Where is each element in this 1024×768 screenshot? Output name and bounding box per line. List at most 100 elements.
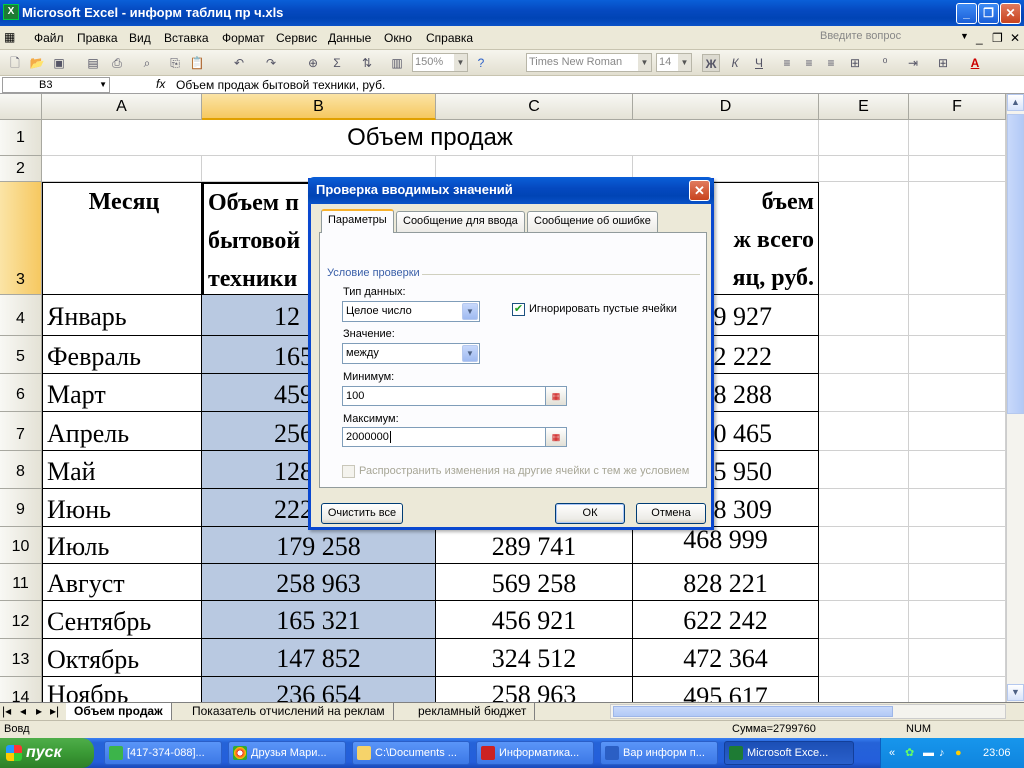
value-d-cell[interactable]: 468 999 [633,527,819,564]
name-box[interactable]: B3 ▼ [2,77,110,93]
doc-icon[interactable]: ▦ [4,30,15,44]
col-header-d[interactable]: D [633,94,819,120]
dialog-close-button[interactable]: ✕ [689,180,710,201]
vertical-scrollbar[interactable]: ▲ ▼ [1006,94,1024,702]
col-header-b[interactable]: B [202,94,436,120]
month-cell[interactable]: Сентябрь [42,601,202,639]
col-header-c[interactable]: C [436,94,633,120]
sheet-tab-ads-ratio[interactable]: Показатель отчислений на реклам [184,703,394,720]
help-search-input[interactable]: Введите вопрос [820,30,970,46]
cell-e13[interactable] [819,639,909,677]
cell-e3[interactable] [819,182,909,295]
scroll-thumb[interactable] [1007,114,1024,414]
save-icon[interactable]: ▣ [50,54,68,72]
new-icon[interactable]: 🗋 [6,54,24,72]
tab-nav-next-icon[interactable]: ▸ [34,703,44,720]
menu-view[interactable]: Вид [129,31,151,45]
cell-e6[interactable] [819,374,909,412]
row-header-13[interactable]: 13 [0,639,42,677]
cell-e11[interactable] [819,564,909,601]
row-header-12[interactable]: 12 [0,601,42,639]
value-c-cell[interactable]: 289 741 [436,527,633,564]
minimize-button[interactable]: _ [956,3,977,24]
menu-window[interactable]: Окно [384,31,412,45]
cell-e14[interactable] [819,677,909,702]
clear-all-button[interactable]: Очистить все [321,503,403,524]
fx-icon[interactable]: fx [156,77,165,91]
month-cell[interactable]: Июль [42,527,202,564]
underline-button[interactable]: Ч [750,54,768,72]
cell-e7[interactable] [819,412,909,451]
close-button[interactable]: ✕ [1000,3,1021,24]
dialog-title-bar[interactable]: Проверка вводимых значений ✕ [308,177,714,204]
month-cell[interactable]: Февраль [42,336,202,374]
print-icon[interactable]: ⎙ [108,54,126,72]
cell-f1[interactable] [909,120,1006,156]
row-header-5[interactable]: 5 [0,336,42,374]
col-header-e[interactable]: E [819,94,909,120]
copy-icon[interactable]: ⎘ [166,54,184,72]
value-d-cell[interactable]: 828 221 [633,564,819,601]
range-picker-icon[interactable]: ▦ [545,427,567,447]
doc-minimize-button[interactable]: _ [976,31,983,45]
align-left-icon[interactable]: ≡ [778,54,796,72]
cell-f12[interactable] [909,601,1006,639]
row-header-6[interactable]: 6 [0,374,42,412]
tray-app-icon[interactable]: ✿ [905,738,914,768]
chart-icon[interactable]: ▥ [388,54,406,72]
chevron-down-icon[interactable]: ▼ [960,31,969,41]
menu-insert[interactable]: Вставка [164,31,209,45]
research-icon[interactable]: ⌕ [138,54,156,72]
language-flag-icon[interactable]: ▬ [923,738,934,768]
cell-f2[interactable] [909,156,1006,182]
hyperlink-icon[interactable]: ⊕ [304,54,322,72]
menu-edit[interactable]: Правка [77,31,118,45]
help-icon[interactable]: ? [472,54,490,72]
month-cell[interactable]: Июнь [42,489,202,527]
month-cell[interactable]: Март [42,374,202,412]
task-item[interactable]: C:\Documents ... [352,741,470,765]
cell-f13[interactable] [909,639,1006,677]
tab-nav-last-icon[interactable]: ▸| [48,703,61,720]
row-header-11[interactable]: 11 [0,564,42,601]
start-button[interactable]: пуск [0,738,94,768]
row-header-2[interactable]: 2 [0,156,42,182]
cell-f6[interactable] [909,374,1006,412]
month-cell[interactable]: Октябрь [42,639,202,677]
row-header-3[interactable]: 3 [0,182,42,295]
tray-alert-icon[interactable]: ● [955,738,962,768]
zoom-select[interactable]: 150% ▼ [412,53,468,72]
value-c-cell[interactable]: 569 258 [436,564,633,601]
font-size-select[interactable]: 14 ▼ [656,53,692,72]
cell-f4[interactable] [909,295,1006,336]
maximum-input[interactable]: 2000000 ▦ [342,427,567,447]
align-center-icon[interactable]: ≡ [800,54,818,72]
tab-settings[interactable]: Параметры [321,209,394,233]
bold-button[interactable]: Ж [702,54,720,72]
hscroll-thumb[interactable] [613,706,893,717]
month-cell[interactable]: Август [42,564,202,601]
range-picker-icon[interactable]: ▦ [545,386,567,406]
value-b-cell[interactable]: 165 321 [202,601,436,639]
paste-icon[interactable]: 📋 [188,54,206,72]
italic-button[interactable]: К [726,54,744,72]
tray-arrow-icon[interactable]: « [889,738,895,768]
cell-e4[interactable] [819,295,909,336]
value-b-cell[interactable]: 258 963 [202,564,436,601]
borders-icon[interactable]: ⊞ [934,54,952,72]
merge-icon[interactable]: ⊞ [846,54,864,72]
redo-icon[interactable]: ↷ [262,54,280,72]
sheet-tab-sales[interactable]: Объем продаж [66,703,172,720]
decimal-icon[interactable]: ⁰ [876,54,894,72]
col-header-a[interactable]: A [42,94,202,120]
task-item[interactable]: Друзья Мари... [228,741,346,765]
col-header-f[interactable]: F [909,94,1006,120]
month-cell[interactable]: Май [42,451,202,489]
font-color-icon[interactable]: A [966,54,984,72]
cell-a2[interactable] [42,156,202,182]
formula-input[interactable]: Объем продаж бытовой техники, руб. [176,78,385,92]
type-select[interactable]: Целое число ▼ [342,301,480,322]
clock[interactable]: 23:06 [983,738,1011,768]
task-item-excel[interactable]: Microsoft Exce... [724,741,854,765]
value-b-cell[interactable]: 179 258 [202,527,436,564]
